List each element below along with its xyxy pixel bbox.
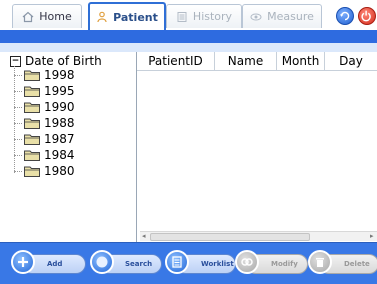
tree-item-year[interactable]: 1988 [14, 115, 75, 131]
tree-item-year[interactable]: 1995 [14, 83, 75, 99]
scrollbar-thumb[interactable] [150, 233, 310, 241]
scroll-right-icon[interactable]: ▸ [370, 232, 374, 241]
folder-icon [24, 70, 40, 81]
horizontal-scrollbar[interactable]: ◂ ▸ [140, 231, 377, 241]
refresh-icon [340, 11, 350, 21]
add-icon [11, 250, 35, 274]
power-button[interactable] [358, 7, 376, 25]
tree-item-year[interactable]: 1998 [14, 67, 75, 83]
history-icon [177, 11, 187, 22]
scroll-left-icon[interactable]: ◂ [142, 232, 146, 241]
patient-icon [97, 11, 107, 23]
search-button-label: Search [125, 260, 153, 268]
tree-item-label: 1980 [44, 164, 75, 178]
delete-icon [308, 250, 332, 274]
home-icon [22, 11, 34, 22]
tree-item-label: 1995 [44, 84, 75, 98]
tree-item-year[interactable]: 1987 [14, 131, 75, 147]
folder-icon [24, 166, 40, 177]
tab-patient[interactable]: Patient [88, 2, 166, 30]
tree-item-year[interactable]: 1980 [14, 163, 75, 179]
tab-patient-label: Patient [113, 10, 158, 24]
top-tab-bar: Home Patient History Measure [0, 0, 377, 30]
app-window: Home Patient History Measure − Date of B… [0, 0, 377, 284]
tab-home[interactable]: Home [12, 4, 82, 28]
header-band [0, 30, 377, 43]
date-of-birth-tree[interactable]: − Date of Birth 1998 1995 1990 1988 1987… [0, 52, 137, 242]
modify-icon [235, 250, 259, 274]
folder-icon [24, 118, 40, 129]
folder-icon [24, 86, 40, 97]
tab-home-label: Home [39, 10, 72, 23]
header-sub-band [0, 43, 377, 52]
worklist-icon [165, 250, 189, 274]
column-header-day[interactable]: Day [325, 52, 377, 70]
tree-root[interactable]: − Date of Birth [10, 54, 102, 68]
patient-list[interactable]: PatientID Name Month Day ◂ ▸ [137, 52, 377, 242]
tree-item-year[interactable]: 1990 [14, 99, 75, 115]
tab-measure[interactable]: Measure [242, 4, 322, 28]
tree-root-label: Date of Birth [25, 54, 102, 68]
tree-item-label: 1987 [44, 132, 75, 146]
column-header-name[interactable]: Name [215, 52, 277, 70]
folder-icon [24, 102, 40, 113]
add-button-label: Add [47, 260, 63, 268]
modify-button-label: Modify [271, 260, 298, 268]
tree-item-label: 1990 [44, 100, 75, 114]
table-header: PatientID Name Month Day [137, 52, 377, 71]
search-icon [90, 250, 114, 274]
measure-icon [250, 13, 262, 20]
tab-history[interactable]: History [166, 4, 242, 28]
power-icon [361, 10, 371, 22]
delete-button-label: Delete [344, 260, 370, 268]
folder-icon [24, 150, 40, 161]
column-header-patientid[interactable]: PatientID [137, 52, 215, 70]
column-header-month[interactable]: Month [277, 52, 325, 70]
worklist-button-label: Worklist [201, 260, 234, 268]
refresh-button[interactable] [336, 7, 354, 25]
collapse-icon[interactable]: − [10, 55, 21, 67]
bottom-toolbar: Add Search Worklist Modify Delete [0, 242, 377, 284]
tab-history-label: History [192, 10, 233, 23]
tree-item-label: 1984 [44, 148, 75, 162]
tree-item-label: 1988 [44, 116, 75, 130]
tree-item-year[interactable]: 1984 [14, 147, 75, 163]
tree-item-label: 1998 [44, 68, 75, 82]
tab-measure-label: Measure [267, 10, 314, 23]
folder-icon [24, 134, 40, 145]
